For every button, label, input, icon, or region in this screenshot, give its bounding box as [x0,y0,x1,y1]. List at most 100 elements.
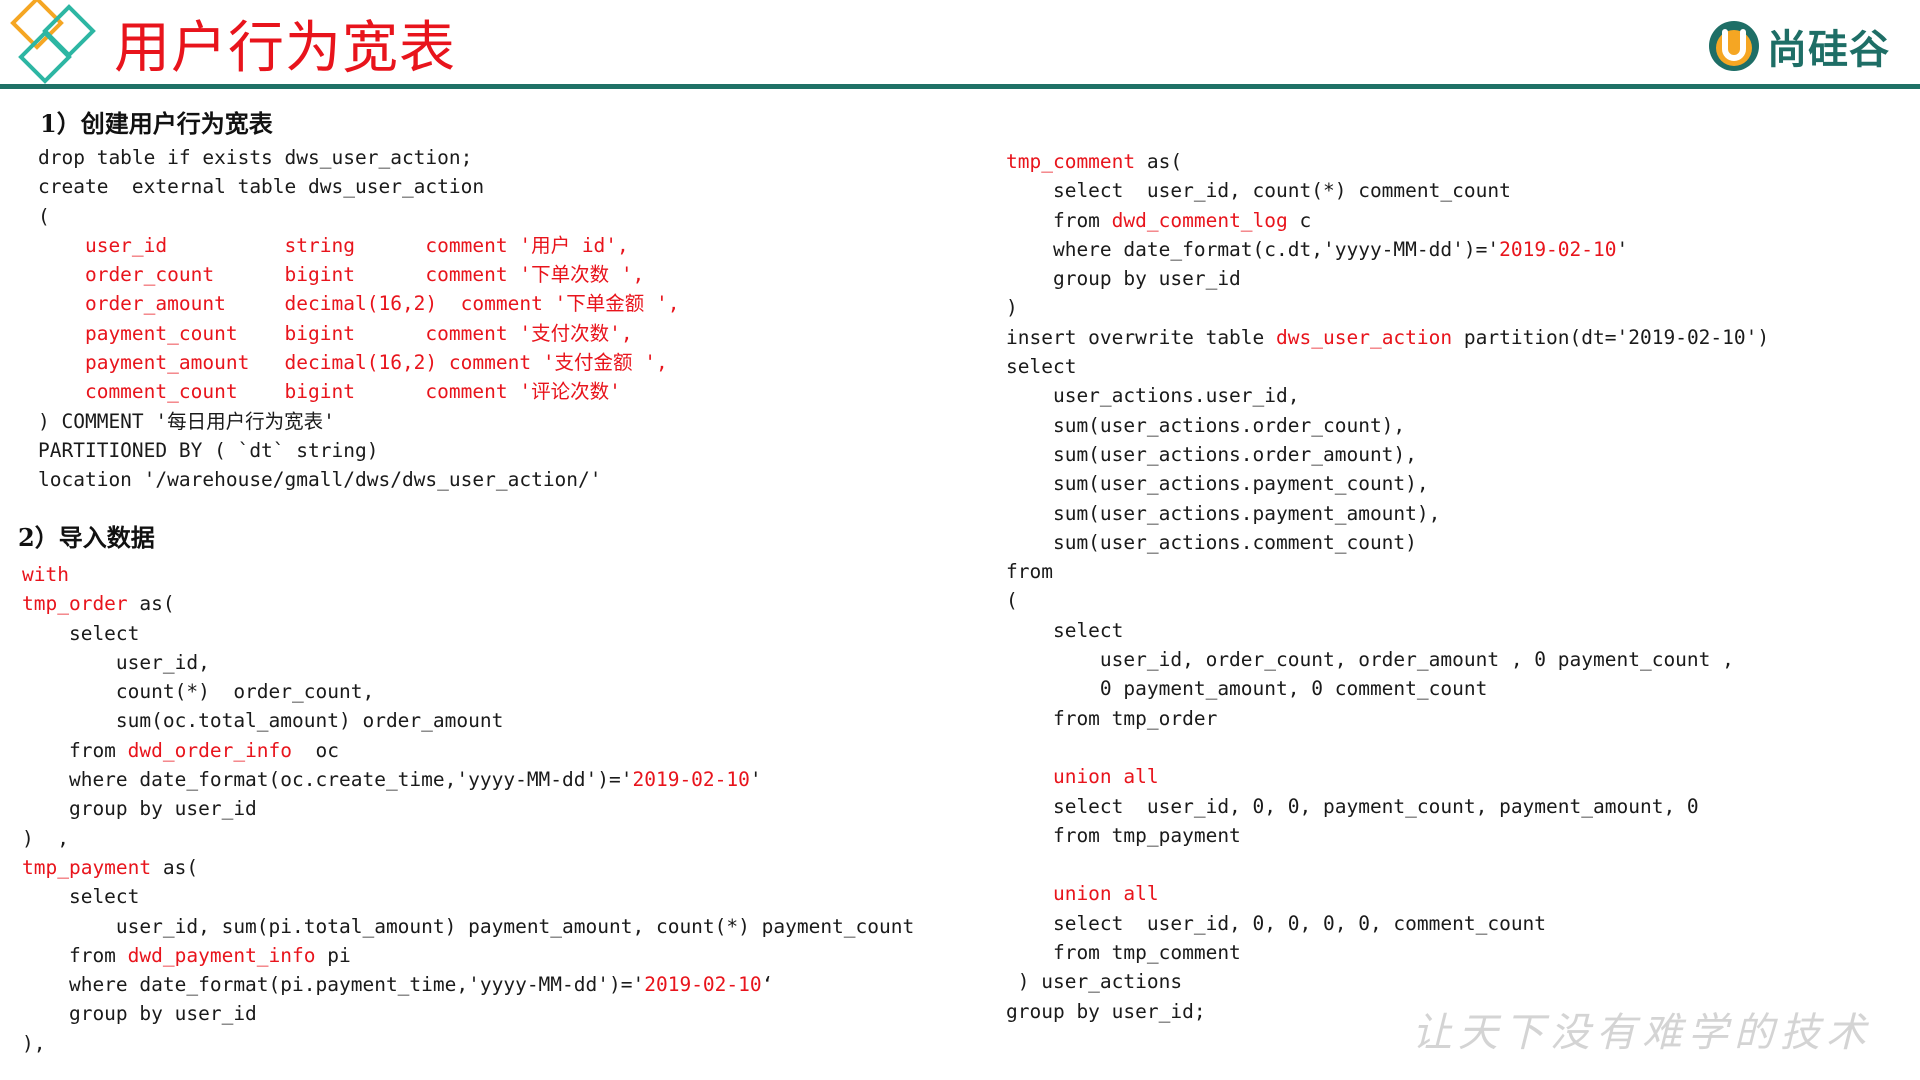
code-text: as( [127,592,175,616]
code-text: create external table dws_user_action [38,175,485,199]
code-highlight: union all [1006,882,1159,906]
code-line: where date_format(pi.payment_time,'yyyy-… [22,970,914,999]
code-text: drop table if exists dws_user_action; [38,146,473,169]
code-text: 0 payment_amount, 0 comment_count [1006,677,1488,701]
code-text: from [1006,208,1112,232]
code-text: ( [38,204,50,228]
code-text: ) user_actions [1006,970,1183,994]
code-line: ( [38,202,680,231]
brand-logo: 尚硅谷 [1707,18,1890,74]
code-line: sum(oc.total_amount) order_amount [22,706,914,735]
code-highlight: union all [1006,765,1159,789]
code-text: from tmp_order [1006,706,1218,730]
code-highlight: 2019-02-10 [644,973,762,997]
code-line: create external table dws_user_action [38,172,680,201]
code-text: from [22,738,128,762]
code-line: with [22,560,914,589]
code-text: sum(user_actions.order_count), [1006,413,1406,437]
code-text: group by user_id [1006,267,1241,291]
code-line: from tmp_payment [1006,821,1769,850]
code-text: location '/warehouse/gmall/dws/dws_user_… [38,468,602,492]
code-highlight: with [22,563,69,586]
code-line: comment_count bigint comment '评论次数' [38,377,680,406]
code-text: user_actions.user_id, [1006,384,1300,408]
code-line: select [1006,352,1769,381]
code-text: group by user_id; [1006,999,1206,1023]
code-line: ) [1006,293,1769,322]
code-line: sum(user_actions.payment_count), [1006,469,1769,498]
code-highlight: payment_count bigint comment '支付次数', [38,321,633,345]
code-text: insert overwrite table [1006,325,1277,349]
code-line: count(*) order_count, [22,677,914,706]
code-text: PARTITIONED BY ( `dt` string) [38,438,379,462]
code-line: sum(user_actions.comment_count) [1006,528,1769,557]
code-text: group by user_id [22,1002,257,1026]
code-line: drop table if exists dws_user_action; [38,143,680,172]
code-text: select [1006,355,1077,379]
code-text: from tmp_comment [1006,941,1241,965]
code-text: count(*) order_count, [22,680,375,704]
code-highlight: dwd_comment_log [1111,208,1288,232]
code-line: from [1006,557,1769,586]
code-text: sum(user_actions.comment_count) [1006,530,1417,554]
code-line: tmp_payment as( [22,853,914,882]
code-highlight: 2019-02-10 [632,768,750,792]
code-text: where date_format(c.dt,'yyyy-MM-dd')=' [1006,237,1500,261]
footer-slogan: 让天下没有难学的技术 [1412,1010,1872,1056]
code-line: group by user_id [22,794,914,823]
code-highlight: user_id string comment '用户 id', [38,233,629,257]
code-highlight: order_count bigint comment '下单次数 ', [38,263,645,287]
code-highlight: comment_count bigint comment '评论次数' [38,380,621,404]
code-line: user_id, order_count, order_amount , 0 p… [1006,645,1769,674]
code-line: sum(user_actions.order_count), [1006,411,1769,440]
code-text: ' [1616,237,1629,261]
code-text: from [22,943,128,967]
code-highlight: order_amount decimal(16,2) comment '下单金额… [38,292,680,316]
code-line: sum(user_actions.order_amount), [1006,440,1769,469]
code-highlight: 2019-02-10 [1499,237,1617,261]
code-line: select user_id, count(*) comment_count [1006,176,1769,205]
code-text: ) COMMENT '每日用户行为宽表' [38,409,335,433]
code-text: as( [151,855,199,879]
code-highlight: tmp_order [22,592,128,616]
code-line: user_id string comment '用户 id', [38,231,680,260]
code-line: select user_id, 0, 0, 0, 0, comment_coun… [1006,909,1769,938]
code-line: PARTITIONED BY ( `dt` string) [38,436,680,465]
code-text: where date_format(pi.payment_time,'yyyy-… [22,973,645,997]
import-code-right: tmp_comment as( select user_id, count(*)… [1006,147,1769,1026]
code-text: ) [1006,296,1018,320]
code-line: ) , [22,824,914,853]
code-text: select [22,885,140,909]
code-text: from tmp_payment [1006,823,1241,847]
code-text: group by user_id [22,797,257,821]
code-line: from tmp_comment [1006,938,1769,967]
code-line: order_amount decimal(16,2) comment '下单金额… [38,289,680,318]
code-line: tmp_order as( [22,589,914,618]
code-text: select user_id, count(*) comment_count [1006,179,1511,203]
code-text: oc [292,738,340,762]
brand-name: 尚硅谷 [1767,27,1890,73]
code-line: user_actions.user_id, [1006,381,1769,410]
code-line: union all [1006,762,1769,791]
code-line: select user_id, 0, 0, payment_count, pay… [1006,792,1769,821]
code-highlight: tmp_payment [22,855,152,879]
header-divider [0,84,1920,89]
brand-emblem-icon [1709,21,1759,71]
code-text: partition(dt='2019-02-10') [1452,325,1770,349]
code-text: user_id, [22,650,210,674]
code-line: 0 payment_amount, 0 comment_count [1006,674,1769,703]
code-text: sum(oc.total_amount) order_amount [22,709,504,733]
code-text: as( [1135,150,1183,173]
code-line: from dwd_comment_log c [1006,206,1769,235]
code-line: select [22,619,914,648]
create-table-code: drop table if exists dws_user_action;cre… [38,143,680,495]
code-line: union all [1006,879,1769,908]
import-code-left: with tmp_order as( select user_id, count(… [22,560,914,1058]
code-text: select [22,621,140,645]
code-line: tmp_comment as( [1006,147,1769,176]
code-line: where date_format(oc.create_time,'yyyy-M… [22,765,914,794]
code-highlight: tmp_comment [1006,150,1136,173]
code-highlight: dwd_payment_info [127,943,316,967]
